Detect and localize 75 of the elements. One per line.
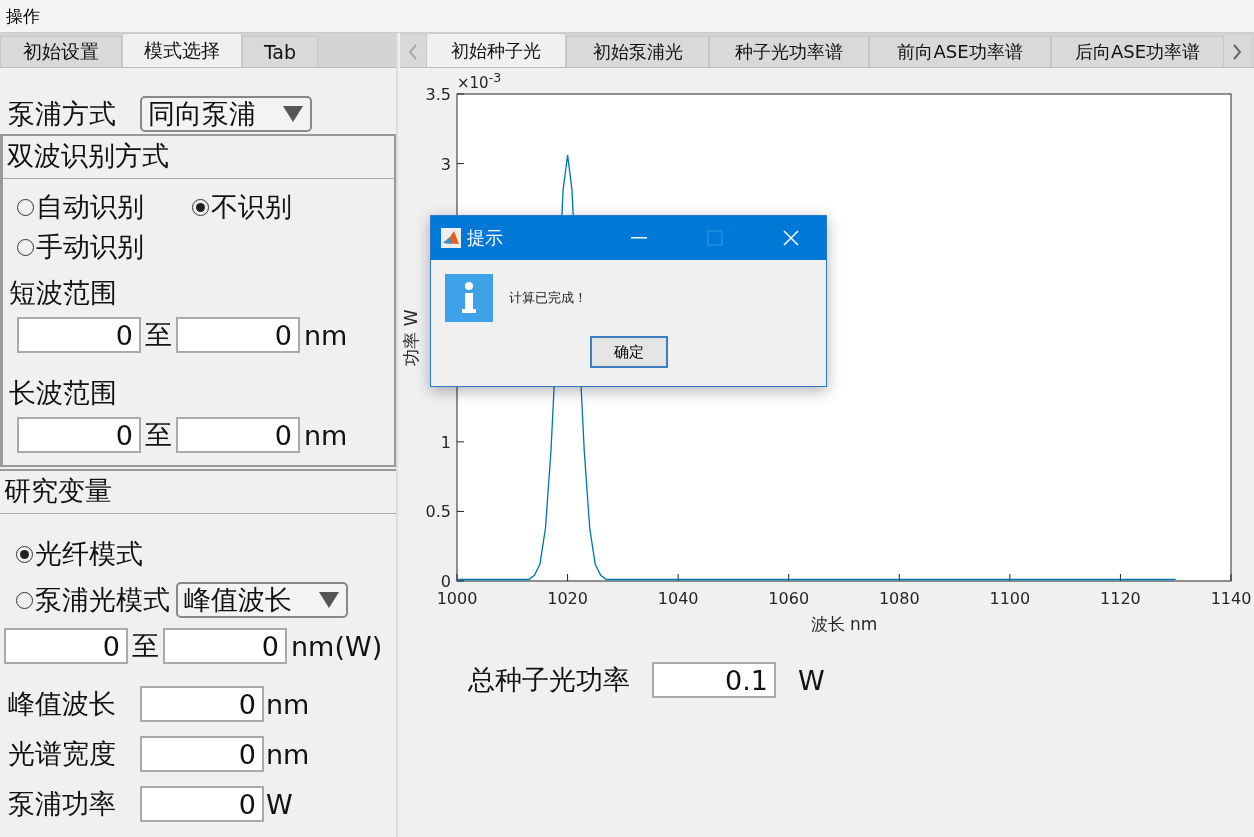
input-field[interactable]: 0 xyxy=(140,736,264,772)
radio-button[interactable]: 泵浦光模式 xyxy=(16,582,170,618)
input-field[interactable]: 0 xyxy=(17,417,141,453)
tick-label: 1100 xyxy=(989,589,1031,608)
unit-label: nm xyxy=(266,688,310,720)
ok-button[interactable]: 确定 xyxy=(589,336,668,368)
caret-icon xyxy=(318,591,340,609)
menu-item[interactable]: 操作 xyxy=(6,4,40,28)
info-icon xyxy=(445,274,493,322)
tick-label: 1 xyxy=(440,432,451,452)
panel-title: 双波识别方式 xyxy=(3,136,394,179)
panel-title: 研究变量 xyxy=(0,471,396,514)
tick-label: 1080 xyxy=(878,589,920,608)
field-label: 泵浦方式 xyxy=(8,97,116,131)
tick-label: 1060 xyxy=(768,589,810,608)
unit-label: W xyxy=(798,664,825,696)
field-label: 光谱宽度 xyxy=(8,737,116,771)
radio-button[interactable]: 不识别 xyxy=(192,189,292,225)
tick-label: 1020 xyxy=(547,589,588,608)
tab[interactable]: 后向ASE功率谱 xyxy=(1051,36,1224,67)
radio-button[interactable]: 手动识别 xyxy=(17,229,144,265)
dropdown[interactable]: 峰值波长 xyxy=(176,582,348,618)
field-label: 峰值波长 xyxy=(8,687,116,721)
close-icon xyxy=(783,230,799,246)
range-separator: 至 xyxy=(132,629,159,663)
unit-label: nm xyxy=(266,738,310,770)
axis-exponent: ×10$^{-3}$ xyxy=(457,74,502,92)
input-field[interactable]: 0 xyxy=(176,417,300,453)
range-separator: 至 xyxy=(145,318,172,352)
tab[interactable]: 模式选择 xyxy=(122,33,242,67)
field-label: 长波范围 xyxy=(9,376,117,410)
tab[interactable]: 初始泵浦光 xyxy=(566,36,709,67)
unit-label: nm(W) xyxy=(291,630,383,662)
scroll-right-button[interactable] xyxy=(1224,36,1250,67)
input-field[interactable]: 0 xyxy=(140,686,264,722)
unit-label: nm xyxy=(304,319,348,351)
tick-label: 0.5 xyxy=(425,502,451,522)
tick-label: 1120 xyxy=(1100,589,1141,608)
tab[interactable]: 前向ASE功率谱 xyxy=(869,36,1051,67)
tab[interactable]: 初始设置 xyxy=(0,36,122,67)
radio-button[interactable]: 光纤模式 xyxy=(16,536,143,572)
tick-label: 1040 xyxy=(657,589,699,608)
unit-label: nm xyxy=(304,419,348,451)
tick-label: 3.5 xyxy=(425,85,451,104)
input-field[interactable]: 0 xyxy=(163,628,287,664)
chevron-left-icon xyxy=(408,43,418,60)
scroll-left-button[interactable] xyxy=(400,36,426,67)
axis-label: 波长 nm xyxy=(810,614,878,634)
field-label: 总种子光功率 xyxy=(468,663,630,697)
minimize-icon xyxy=(631,237,647,239)
tab[interactable]: Tab xyxy=(242,36,318,67)
dialog-message: 计算已完成！ xyxy=(509,289,587,307)
dialog-title: 提示 xyxy=(467,226,504,250)
input-field[interactable]: 0.1 xyxy=(652,662,776,698)
input-field[interactable]: 0 xyxy=(140,786,264,822)
field-label: 短波范围 xyxy=(9,276,117,310)
chevron-right-icon xyxy=(1232,43,1242,60)
input-field[interactable]: 0 xyxy=(4,628,128,664)
dropdown[interactable]: 同向泵浦 xyxy=(140,96,312,132)
input-field[interactable]: 0 xyxy=(176,317,300,353)
app-logo-icon xyxy=(441,228,461,248)
caret-icon xyxy=(282,105,304,123)
tick-label: 3 xyxy=(440,154,451,174)
field-label: 泵浦功率 xyxy=(8,787,116,821)
tick-label: 0 xyxy=(440,572,451,591)
radio-button[interactable]: 自动识别 xyxy=(17,189,144,225)
unit-label: W xyxy=(266,788,293,820)
axis-label: 功率 W xyxy=(401,309,421,366)
tab[interactable]: 种子光功率谱 xyxy=(709,36,869,67)
maximize-icon xyxy=(707,230,723,246)
input-field[interactable]: 0 xyxy=(17,317,141,353)
tab[interactable]: 初始种子光 xyxy=(426,33,566,67)
tick-label: 1000 xyxy=(436,589,478,608)
range-separator: 至 xyxy=(145,418,172,452)
tick-label: 1140 xyxy=(1210,589,1252,608)
